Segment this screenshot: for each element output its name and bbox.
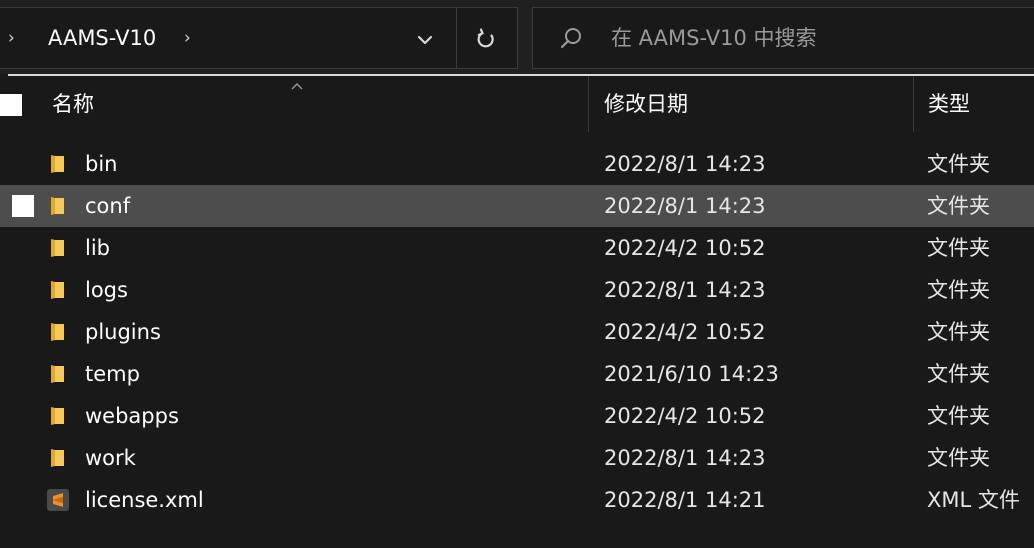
- file-date: 2022/8/1 14:23: [604, 152, 766, 176]
- folder-icon: [46, 236, 70, 260]
- file-type: 文件夹: [927, 320, 990, 344]
- file-name: logs: [85, 278, 128, 302]
- file-name: license.xml: [85, 488, 204, 512]
- navigation-bar: › AAMS-V10 › 在 AAMS-V10 中搜索: [0, 0, 1034, 74]
- row-checkbox[interactable]: [12, 195, 34, 217]
- file-date: 2022/8/1 14:23: [604, 278, 766, 302]
- file-row-lib[interactable]: lib 2022/4/2 10:52 文件夹: [0, 227, 1034, 269]
- file-date: 2022/4/2 10:52: [604, 320, 766, 344]
- file-name: plugins: [85, 320, 161, 344]
- file-row-bin[interactable]: bin 2022/8/1 14:23 文件夹: [0, 143, 1034, 185]
- address-bar[interactable]: › AAMS-V10 ›: [0, 7, 518, 69]
- file-type: 文件夹: [927, 278, 990, 302]
- file-date: 2022/8/1 14:23: [604, 446, 766, 470]
- folder-icon: [46, 404, 70, 428]
- column-separator[interactable]: [588, 76, 589, 132]
- file-type: 文件夹: [927, 362, 990, 386]
- file-row-webapps[interactable]: webapps 2022/4/2 10:52 文件夹: [0, 395, 1034, 437]
- sublime-text-file-icon: [46, 488, 70, 512]
- file-name: conf: [85, 194, 131, 218]
- folder-icon: [46, 278, 70, 302]
- file-type: 文件夹: [927, 404, 990, 428]
- column-header-name[interactable]: 名称: [52, 90, 94, 118]
- folder-icon: [46, 362, 70, 386]
- breadcrumb-root-chevron[interactable]: ›: [8, 28, 15, 48]
- file-row-plugins[interactable]: plugins 2022/4/2 10:52 文件夹: [0, 311, 1034, 353]
- column-separator[interactable]: [913, 76, 914, 132]
- file-name: work: [85, 446, 136, 470]
- file-name: bin: [85, 152, 118, 176]
- folder-icon: [46, 446, 70, 470]
- file-type: 文件夹: [927, 446, 990, 470]
- search-box[interactable]: 在 AAMS-V10 中搜索: [532, 7, 1034, 69]
- column-header-type[interactable]: 类型: [928, 90, 970, 118]
- file-row-work[interactable]: work 2022/8/1 14:23 文件夹: [0, 437, 1034, 479]
- folder-icon: [46, 152, 70, 176]
- file-date: 2021/6/10 14:23: [604, 362, 779, 386]
- file-name: webapps: [85, 404, 179, 428]
- search-input[interactable]: 在 AAMS-V10 中搜索: [611, 25, 817, 51]
- file-type: 文件夹: [927, 194, 990, 218]
- breadcrumb-item-aams-v10[interactable]: AAMS-V10: [48, 25, 156, 51]
- column-header-date[interactable]: 修改日期: [604, 90, 688, 118]
- file-type: 文件夹: [927, 236, 990, 260]
- address-bar-divider: [456, 8, 457, 68]
- file-explorer-window: › AAMS-V10 › 在 AAMS-V10 中搜索 名称 修改日期 类型 b…: [0, 0, 1034, 548]
- file-row-conf[interactable]: conf 2022/8/1 14:23 文件夹: [0, 185, 1034, 227]
- search-icon: [559, 26, 583, 50]
- file-date: 2022/8/1 14:21: [604, 488, 766, 512]
- file-list: bin 2022/8/1 14:23 文件夹 conf 2022/8/1 14:…: [0, 143, 1034, 521]
- file-row-logs[interactable]: logs 2022/8/1 14:23 文件夹: [0, 269, 1034, 311]
- chevron-down-icon[interactable]: [414, 30, 436, 50]
- file-row-license-xml[interactable]: license.xml 2022/8/1 14:21 XML 文件: [0, 479, 1034, 521]
- file-type: 文件夹: [927, 152, 990, 176]
- file-type: XML 文件: [927, 488, 1020, 512]
- file-row-temp[interactable]: temp 2021/6/10 14:23 文件夹: [0, 353, 1034, 395]
- sort-ascending-icon: [290, 76, 304, 90]
- file-name: lib: [85, 236, 110, 260]
- file-name: temp: [85, 362, 140, 386]
- breadcrumb-trailing-chevron[interactable]: ›: [184, 28, 191, 48]
- column-header-row: 名称 修改日期 类型: [0, 76, 1034, 134]
- file-date: 2022/4/2 10:52: [604, 236, 766, 260]
- file-date: 2022/8/1 14:23: [604, 194, 766, 218]
- folder-icon: [46, 194, 70, 218]
- file-date: 2022/4/2 10:52: [604, 404, 766, 428]
- refresh-icon[interactable]: [474, 27, 498, 51]
- select-all-checkbox[interactable]: [0, 94, 22, 116]
- folder-icon: [46, 320, 70, 344]
